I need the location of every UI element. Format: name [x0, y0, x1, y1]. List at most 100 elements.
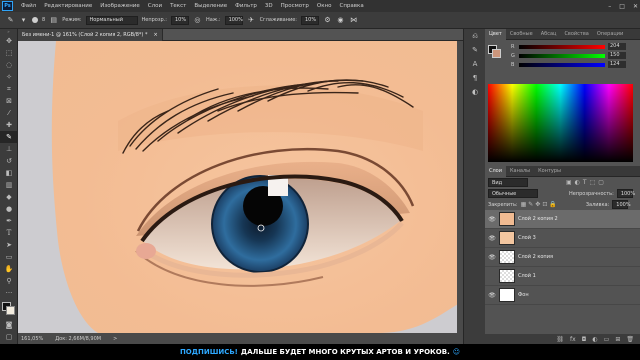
color-spectrum[interactable] [488, 84, 633, 162]
layer-row[interactable]: 👁 Слой 2 копия [485, 248, 640, 267]
path-select-tool-icon[interactable]: ➤ [0, 239, 18, 251]
eye-icon[interactable]: 👁 [488, 235, 496, 242]
background-color-swatch[interactable] [6, 306, 15, 315]
menu-item-1[interactable]: Редактирование [40, 3, 96, 9]
color-swatches[interactable] [0, 301, 18, 319]
type-tool-icon[interactable]: T [0, 227, 18, 239]
menu-item-8[interactable]: Просмотр [277, 3, 313, 9]
pressure-field[interactable]: 100% [224, 15, 243, 25]
eraser-tool-icon[interactable]: ◧ [0, 167, 18, 179]
character-icon[interactable]: A [464, 57, 486, 71]
layer-name[interactable]: Фон [518, 292, 529, 298]
smoothing-field[interactable]: 10% [300, 15, 319, 25]
adjustments-icon[interactable]: ◐ [464, 85, 486, 99]
gradient-tool-icon[interactable]: ▥ [0, 179, 18, 191]
layer-opacity-field[interactable]: 100% [616, 189, 635, 198]
close-icon[interactable]: ✕ [633, 3, 638, 10]
document-canvas[interactable] [18, 41, 463, 333]
status-menu-arrow[interactable]: > [113, 336, 117, 342]
stamp-tool-icon[interactable]: ⊥ [0, 143, 18, 155]
background-swatch[interactable] [492, 49, 501, 58]
document-tab[interactable]: Без имени-1 @ 161% (Слой 2 копия 2, RGB/… [18, 29, 163, 41]
adjustment-icon[interactable]: ◐ [592, 336, 597, 343]
layer-name[interactable]: Слой 1 [518, 273, 536, 279]
slider-b[interactable]: B 124 [485, 60, 640, 69]
mode-select[interactable]: Нормальный [85, 15, 138, 25]
pen-tool-icon[interactable]: ✒ [0, 215, 18, 227]
layer-name[interactable]: Слой 2 копия 2 [518, 216, 558, 222]
brush-settings-icon[interactable]: ✎ [464, 43, 486, 57]
menu-item-6[interactable]: Фильтр [231, 3, 261, 9]
layers-panel-tab-0[interactable]: Слои [485, 165, 506, 177]
layer-name[interactable]: Слой 3 [518, 235, 536, 241]
menu-item-5[interactable]: Выделение [190, 3, 231, 9]
healing-tool-icon[interactable]: ✚ [0, 119, 18, 131]
blur-tool-icon[interactable]: ◆ [0, 191, 18, 203]
r-slider-bar[interactable] [519, 44, 605, 49]
lasso-tool-icon[interactable]: ◌ [0, 59, 18, 71]
eyedropper-tool-icon[interactable]: ⁄ [0, 107, 18, 119]
link-icon[interactable]: ⛓ [556, 336, 564, 343]
history-icon[interactable]: ⎌ [464, 29, 486, 43]
b-slider-bar[interactable] [519, 62, 605, 67]
layer-name[interactable]: Слой 2 копия [518, 254, 553, 260]
quick-select-tool-icon[interactable]: ✧ [0, 71, 18, 83]
hand-tool-icon[interactable]: ✋ [0, 263, 18, 275]
opacity-field[interactable]: 10% [170, 15, 189, 25]
menu-item-7[interactable]: 3D [261, 3, 277, 9]
layers-panel-tab-2[interactable]: Контуры [534, 166, 565, 177]
brush-tool-icon[interactable]: ✎ [6, 16, 15, 25]
brush-preset-icon[interactable] [32, 17, 38, 23]
screen-mode-icon[interactable]: ▢ [0, 331, 18, 343]
trash-icon[interactable]: 🗑 [626, 336, 634, 343]
marquee-tool-icon[interactable]: ⬚ [0, 47, 18, 59]
color-panel-tab-2[interactable]: Абсац [537, 29, 561, 40]
color-panel-tab-1[interactable]: Свобные [506, 29, 537, 40]
slider-g[interactable]: G 150 [485, 51, 640, 60]
maximize-icon[interactable]: □ [619, 3, 625, 10]
color-panel-tab-3[interactable]: Свойства [560, 29, 592, 40]
history-brush-icon[interactable]: ↺ [0, 155, 18, 167]
layers-panel-tab-1[interactable]: Каналы [506, 166, 534, 177]
mask-icon[interactable]: ◘ [582, 336, 587, 343]
menu-item-10[interactable]: Справка [335, 3, 367, 9]
more-tools-icon[interactable]: ··· [0, 287, 18, 299]
slider-r[interactable]: R 204 [485, 42, 640, 51]
dodge-tool-icon[interactable]: ● [0, 203, 18, 215]
airbrush-icon[interactable]: ✈ [247, 16, 256, 25]
menu-item-2[interactable]: Изображение [96, 3, 144, 9]
pressure-opacity-icon[interactable]: ◎ [193, 16, 202, 25]
layer-row[interactable]: 👁 Слой 3 [485, 229, 640, 248]
color-panel-tab-0[interactable]: Цвет [485, 28, 506, 40]
chevron-down-icon[interactable]: ▾ [19, 16, 28, 25]
zoom-level[interactable]: 161,05% [21, 336, 43, 342]
brush-panel-icon[interactable]: ▤ [49, 16, 58, 25]
crop-tool-icon[interactable]: ⌗ [0, 83, 18, 95]
fx-icon[interactable]: fx [570, 336, 576, 343]
layer-row[interactable]: 👁 Слой 2 копия 2 [485, 210, 640, 229]
menu-item-4[interactable]: Текст [166, 3, 190, 9]
symmetry-icon[interactable]: ⋈ [349, 16, 358, 25]
color-panel-tab-4[interactable]: Операции [593, 29, 627, 40]
menu-item-9[interactable]: Окно [313, 3, 336, 9]
minimize-icon[interactable]: – [608, 3, 611, 10]
blend-mode-select[interactable]: Обычные [488, 189, 538, 198]
quick-mask-icon[interactable]: ◙ [0, 319, 18, 331]
filter-icons[interactable]: ▣◐T⬚▢ [566, 179, 607, 186]
folder-icon[interactable]: ▭ [604, 336, 610, 343]
new-layer-icon[interactable]: ⊞ [615, 336, 620, 343]
rectangle-tool-icon[interactable]: ▭ [0, 251, 18, 263]
g-slider-bar[interactable] [519, 53, 605, 58]
frame-tool-icon[interactable]: ⊠ [0, 95, 18, 107]
lock-icons[interactable]: ▦✎✥⊡🔒 [521, 201, 559, 208]
menu-item-0[interactable]: Файл [17, 3, 40, 9]
layer-kind-filter[interactable]: Вид [488, 178, 528, 187]
paragraph-icon[interactable]: ¶ [464, 71, 486, 85]
eye-icon[interactable]: 👁 [488, 216, 496, 223]
fill-field[interactable]: 100% [612, 200, 631, 209]
pressure-size-icon[interactable]: ◉ [336, 16, 345, 25]
move-tool-icon[interactable]: ✥ [0, 35, 18, 47]
zoom-tool-icon[interactable]: ⚲ [0, 275, 18, 287]
brush-tool-icon[interactable]: ✎ [0, 131, 18, 143]
layer-row[interactable]: 👁 Фон [485, 286, 640, 305]
